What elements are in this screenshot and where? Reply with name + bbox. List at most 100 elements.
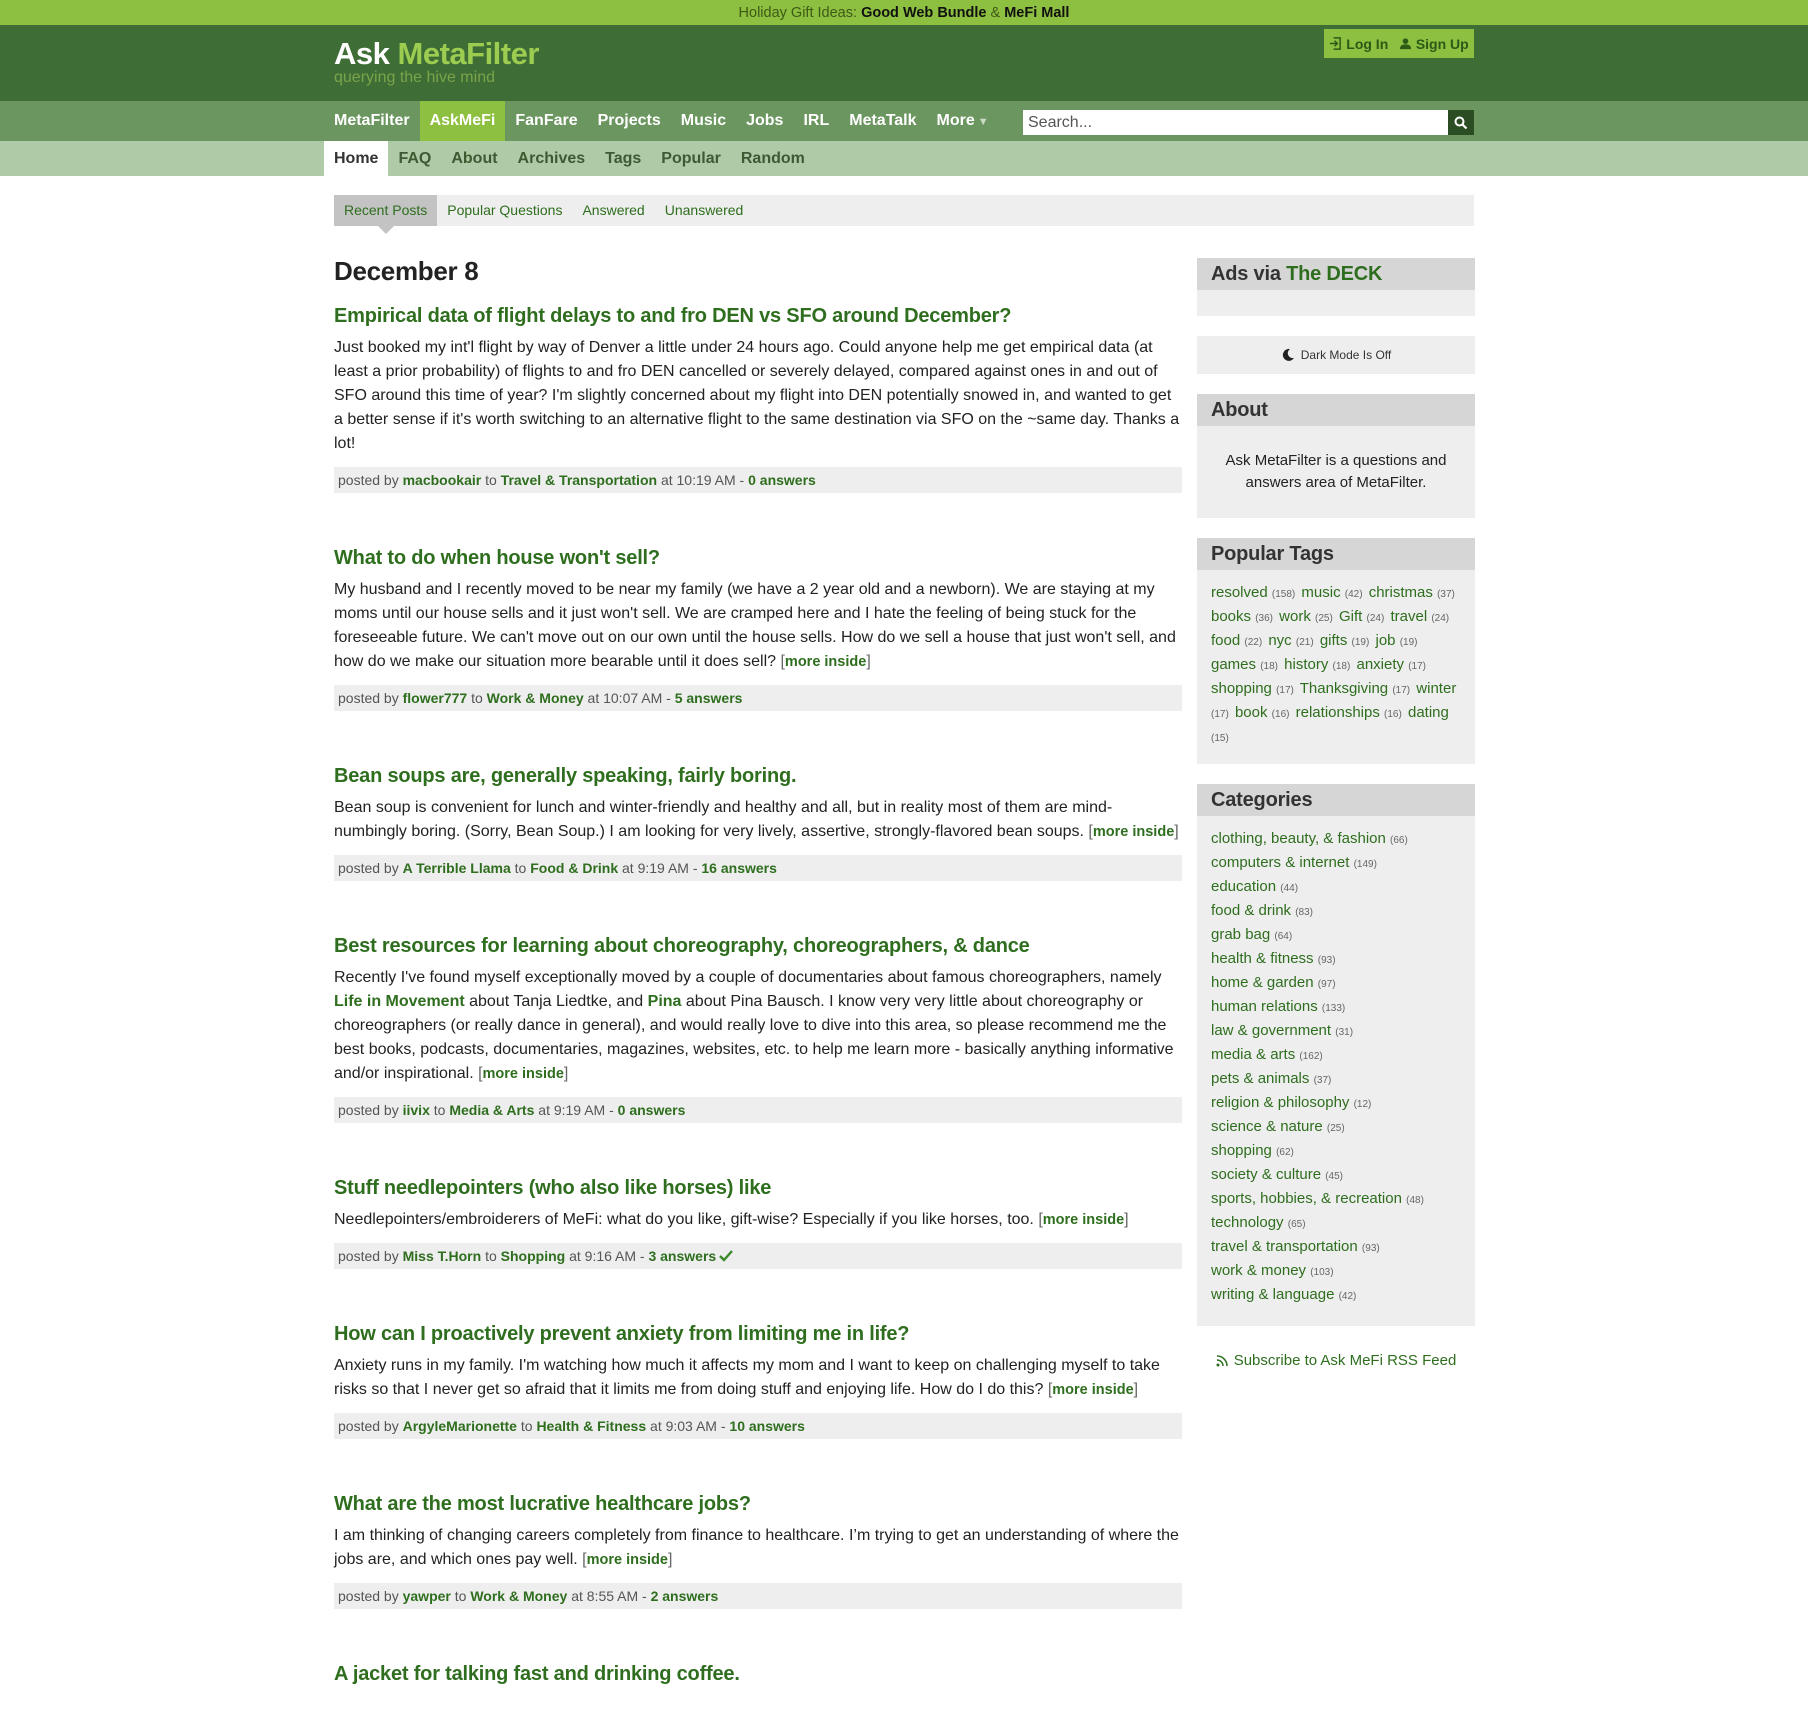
- category-link[interactable]: Media & Arts: [449, 1102, 534, 1118]
- category-link[interactable]: Work & Money: [470, 1588, 567, 1604]
- author-link[interactable]: macbookair: [403, 472, 482, 488]
- tag-link[interactable]: Thanksgiving: [1300, 680, 1388, 697]
- author-link[interactable]: iivix: [403, 1102, 430, 1118]
- post-title[interactable]: Stuff needlepointers (who also like hors…: [334, 1174, 1182, 1202]
- answers-link[interactable]: 16 answers: [701, 860, 777, 876]
- promo-link-bundle[interactable]: Good Web Bundle: [861, 5, 986, 21]
- category-link[interactable]: technology: [1211, 1214, 1284, 1231]
- category-link[interactable]: computers & internet: [1211, 854, 1349, 871]
- post-title[interactable]: A jacket for talking fast and drinking c…: [334, 1660, 1182, 1688]
- tag-link[interactable]: resolved: [1211, 584, 1268, 601]
- site-logo[interactable]: Ask MetaFilter querying the hive mind: [334, 37, 539, 86]
- tab-recent-posts[interactable]: Recent Posts: [334, 195, 438, 234]
- more-inside-link[interactable]: more inside: [587, 1552, 668, 1568]
- category-link[interactable]: work & money: [1211, 1262, 1306, 1279]
- category-link[interactable]: shopping: [1211, 1142, 1272, 1159]
- signup-button[interactable]: Sign Up: [1399, 36, 1469, 52]
- category-link[interactable]: human relations: [1211, 998, 1318, 1015]
- search-input[interactable]: [1023, 110, 1448, 135]
- login-button[interactable]: Log In: [1329, 36, 1388, 52]
- category-link[interactable]: home & garden: [1211, 974, 1314, 991]
- ads-deck-link[interactable]: The DECK: [1286, 263, 1382, 285]
- subnav-tags[interactable]: Tags: [595, 141, 651, 176]
- subnav-popular[interactable]: Popular: [651, 141, 731, 176]
- subnav-about[interactable]: About: [441, 141, 507, 176]
- tab-answered[interactable]: Answered: [572, 195, 654, 226]
- rss-link[interactable]: Subscribe to Ask MeFi RSS Feed: [1197, 1352, 1475, 1369]
- more-inside-link[interactable]: more inside: [1052, 1382, 1133, 1398]
- post-title[interactable]: Empirical data of flight delays to and f…: [334, 302, 1182, 330]
- nav-more[interactable]: More ▼: [927, 101, 999, 141]
- tag-link[interactable]: history: [1284, 656, 1328, 673]
- post-title[interactable]: What are the most lucrative healthcare j…: [334, 1490, 1182, 1518]
- search-button[interactable]: [1448, 110, 1474, 135]
- category-link[interactable]: religion & philosophy: [1211, 1094, 1349, 1111]
- category-link[interactable]: health & fitness: [1211, 950, 1314, 967]
- category-link[interactable]: writing & language: [1211, 1286, 1334, 1303]
- tag-link[interactable]: gifts: [1320, 632, 1348, 649]
- category-link[interactable]: society & culture: [1211, 1166, 1321, 1183]
- inline-link[interactable]: Life in Movement: [334, 993, 465, 1010]
- tag-link[interactable]: shopping: [1211, 680, 1272, 697]
- nav-fanfare[interactable]: FanFare: [505, 101, 587, 141]
- post-title[interactable]: How can I proactively prevent anxiety fr…: [334, 1320, 1182, 1348]
- author-link[interactable]: A Terrible Llama: [403, 860, 511, 876]
- tag-link[interactable]: christmas: [1369, 584, 1433, 601]
- category-link[interactable]: sports, hobbies, & recreation: [1211, 1190, 1402, 1207]
- tab-popular-questions[interactable]: Popular Questions: [437, 195, 572, 226]
- tag-link[interactable]: job: [1375, 632, 1395, 649]
- category-link[interactable]: food & drink: [1211, 902, 1291, 919]
- tag-link[interactable]: winter: [1416, 680, 1456, 697]
- nav-metafilter[interactable]: MetaFilter: [324, 101, 420, 141]
- tag-link[interactable]: dating: [1408, 704, 1449, 721]
- nav-jobs[interactable]: Jobs: [736, 101, 793, 141]
- category-link[interactable]: Health & Fitness: [536, 1418, 646, 1434]
- tag-link[interactable]: food: [1211, 632, 1240, 649]
- tag-link[interactable]: nyc: [1268, 632, 1291, 649]
- answers-link[interactable]: 0 answers: [618, 1102, 686, 1118]
- category-link[interactable]: media & arts: [1211, 1046, 1295, 1063]
- nav-projects[interactable]: Projects: [588, 101, 671, 141]
- post-title[interactable]: Best resources for learning about choreo…: [334, 932, 1182, 960]
- nav-metatalk[interactable]: MetaTalk: [839, 101, 926, 141]
- tab-unanswered[interactable]: Unanswered: [655, 195, 754, 226]
- tag-link[interactable]: music: [1301, 584, 1340, 601]
- category-link[interactable]: Work & Money: [487, 690, 584, 706]
- subnav-faq[interactable]: FAQ: [388, 141, 441, 176]
- category-link[interactable]: grab bag: [1211, 926, 1270, 943]
- more-inside-link[interactable]: more inside: [483, 1066, 564, 1082]
- dark-mode-toggle[interactable]: Dark Mode Is Off: [1197, 336, 1475, 374]
- category-link[interactable]: Travel & Transportation: [501, 472, 657, 488]
- author-link[interactable]: flower777: [403, 690, 468, 706]
- tag-link[interactable]: relationships: [1296, 704, 1380, 721]
- tag-link[interactable]: games: [1211, 656, 1256, 673]
- category-link[interactable]: science & nature: [1211, 1118, 1323, 1135]
- tag-link[interactable]: work: [1279, 608, 1311, 625]
- category-link[interactable]: law & government: [1211, 1022, 1331, 1039]
- category-link[interactable]: education: [1211, 878, 1276, 895]
- answers-link[interactable]: 10 answers: [729, 1418, 805, 1434]
- more-inside-link[interactable]: more inside: [1093, 824, 1174, 840]
- inline-link[interactable]: Pina: [648, 993, 682, 1010]
- nav-music[interactable]: Music: [671, 101, 736, 141]
- tag-link[interactable]: books: [1211, 608, 1251, 625]
- tag-link[interactable]: anxiety: [1357, 656, 1405, 673]
- answers-link[interactable]: 3 answers: [648, 1248, 716, 1264]
- category-link[interactable]: travel & transportation: [1211, 1238, 1358, 1255]
- post-title[interactable]: Bean soups are, generally speaking, fair…: [334, 762, 1182, 790]
- author-link[interactable]: yawper: [403, 1588, 451, 1604]
- author-link[interactable]: ArgyleMarionette: [403, 1418, 517, 1434]
- subnav-home[interactable]: Home: [324, 141, 389, 176]
- answers-link[interactable]: 0 answers: [748, 472, 816, 488]
- category-link[interactable]: clothing, beauty, & fashion: [1211, 830, 1386, 847]
- nav-askmefi[interactable]: AskMeFi: [419, 101, 506, 141]
- nav-irl[interactable]: IRL: [793, 101, 839, 141]
- more-inside-link[interactable]: more inside: [785, 654, 866, 670]
- promo-link-mall[interactable]: MeFi Mall: [1004, 5, 1069, 21]
- author-link[interactable]: Miss T.Horn: [403, 1248, 482, 1264]
- more-inside-link[interactable]: more inside: [1043, 1212, 1124, 1228]
- answers-link[interactable]: 5 answers: [675, 690, 743, 706]
- category-link[interactable]: pets & animals: [1211, 1070, 1309, 1087]
- tag-link[interactable]: Gift: [1339, 608, 1362, 625]
- tag-link[interactable]: book: [1235, 704, 1268, 721]
